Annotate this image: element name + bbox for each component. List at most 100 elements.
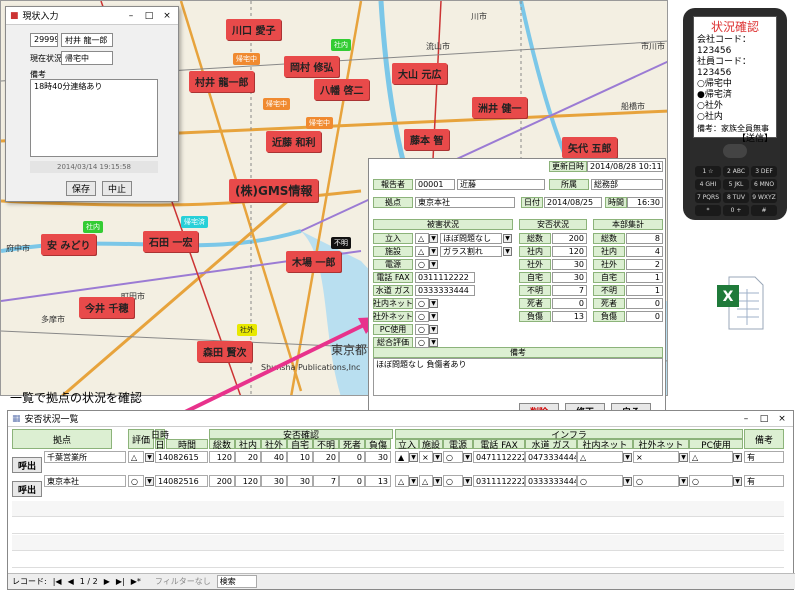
- status-option[interactable]: ○社外: [697, 101, 773, 112]
- damage-row-symbol[interactable]: ○: [415, 259, 429, 270]
- damage-row-value[interactable]: 0333333444: [415, 285, 475, 296]
- chevron-down-icon[interactable]: ▼: [463, 453, 472, 462]
- row-safety-value[interactable]: 20: [235, 451, 261, 463]
- chevron-down-icon[interactable]: ▼: [409, 453, 418, 462]
- row-infra-power[interactable]: ○: [443, 475, 463, 487]
- status-option[interactable]: ●帰宅済: [697, 90, 773, 101]
- chevron-down-icon[interactable]: ▼: [623, 453, 632, 462]
- damage-row-symbol[interactable]: △: [415, 246, 429, 257]
- map-pin[interactable]: 近藤 和利: [266, 131, 322, 152]
- chevron-down-icon[interactable]: ▼: [679, 453, 688, 462]
- maximize-icon[interactable]: □: [142, 11, 156, 21]
- chevron-down-icon[interactable]: ▼: [733, 477, 742, 486]
- call-button[interactable]: 呼出: [12, 481, 42, 497]
- row-infra-inner[interactable]: △: [577, 451, 623, 463]
- row-safety-value[interactable]: 40: [261, 451, 287, 463]
- phone-key[interactable]: *: [695, 205, 721, 216]
- close-icon[interactable]: ×: [160, 11, 174, 21]
- row-infra-facility[interactable]: △: [419, 475, 433, 487]
- chevron-down-icon[interactable]: ▼: [433, 477, 442, 486]
- damage-row-symbol[interactable]: ○: [415, 311, 429, 322]
- row-base[interactable]: 東京本社: [44, 475, 126, 487]
- row-eval[interactable]: △: [128, 451, 144, 463]
- phone-key[interactable]: 4 GHI: [695, 179, 721, 190]
- map-pin[interactable]: 岡村 修弘: [284, 56, 340, 77]
- map-pin[interactable]: (株)GMS情報: [229, 179, 319, 202]
- chevron-down-icon[interactable]: ▼: [429, 299, 438, 308]
- chevron-down-icon[interactable]: ▼: [463, 477, 472, 486]
- map-pin[interactable]: 川口 愛子: [226, 19, 282, 40]
- phone-key[interactable]: 2 ABC: [723, 166, 749, 177]
- damage-row-symbol[interactable]: ○: [415, 337, 429, 348]
- damage-row-symbol[interactable]: △: [415, 233, 429, 244]
- damage-row-text[interactable]: ほぼ問題なし: [440, 233, 502, 244]
- close-icon[interactable]: ×: [775, 414, 789, 424]
- row-safety-value[interactable]: 13: [365, 475, 391, 487]
- search-box[interactable]: 検索: [216, 575, 257, 588]
- next-record-icon[interactable]: ▶: [104, 577, 110, 586]
- row-infra-outer[interactable]: ○: [633, 475, 679, 487]
- row-infra-inner[interactable]: ○: [577, 475, 623, 487]
- employee-id-field[interactable]: 29999: [30, 33, 58, 47]
- chevron-down-icon[interactable]: ▼: [433, 453, 442, 462]
- safety-row-value[interactable]: 30: [552, 272, 587, 283]
- row-eval[interactable]: ○: [128, 475, 144, 487]
- chevron-down-icon[interactable]: ▼: [503, 234, 512, 243]
- chevron-down-icon[interactable]: ▼: [733, 453, 742, 462]
- row-infra-power[interactable]: ○: [443, 451, 463, 463]
- row-safety-value[interactable]: 30: [365, 451, 391, 463]
- map-pin[interactable]: 藤本 智: [404, 129, 450, 150]
- phone-key[interactable]: 6 MNO: [751, 179, 777, 190]
- row-remarks[interactable]: 有: [744, 451, 784, 463]
- chevron-down-icon[interactable]: ▼: [623, 477, 632, 486]
- row-infra-water[interactable]: 0333333444: [525, 475, 577, 487]
- cancel-button[interactable]: 中止: [102, 181, 132, 196]
- prev-record-icon[interactable]: ◀: [68, 577, 74, 586]
- notes-textarea[interactable]: 18時40分連絡あり: [30, 79, 158, 157]
- chevron-down-icon[interactable]: ▼: [503, 247, 512, 256]
- chevron-down-icon[interactable]: ▼: [429, 260, 438, 269]
- row-infra-facility[interactable]: ×: [419, 451, 433, 463]
- chevron-down-icon[interactable]: ▼: [429, 338, 438, 347]
- row-safety-value[interactable]: 120: [235, 475, 261, 487]
- phone-key[interactable]: #: [751, 205, 777, 216]
- map-pin[interactable]: 矢代 五郎: [562, 137, 618, 158]
- row-safety-value[interactable]: 20: [313, 451, 339, 463]
- chevron-down-icon[interactable]: ▼: [145, 477, 154, 486]
- status-option[interactable]: ○社内: [697, 112, 773, 123]
- row-infra-pc[interactable]: ○: [689, 475, 733, 487]
- map-pin[interactable]: 村井 龍一郎: [189, 71, 255, 92]
- row-infra-enter[interactable]: △: [395, 475, 409, 487]
- chevron-down-icon[interactable]: ▼: [429, 312, 438, 321]
- record-position[interactable]: 1 / 2: [80, 577, 98, 586]
- maximize-icon[interactable]: □: [757, 414, 771, 424]
- phone-key[interactable]: 9 WXYZ: [751, 192, 777, 203]
- safety-row-value[interactable]: 30: [552, 259, 587, 270]
- chevron-down-icon[interactable]: ▼: [429, 247, 438, 256]
- damage-row-text[interactable]: ガラス割れ: [440, 246, 502, 257]
- row-infra-water[interactable]: 0473334444: [525, 451, 577, 463]
- row-infra-outer[interactable]: ×: [633, 451, 679, 463]
- chevron-down-icon[interactable]: ▼: [145, 453, 154, 462]
- row-safety-value[interactable]: 7: [313, 475, 339, 487]
- phone-key[interactable]: 3 DEF: [751, 166, 777, 177]
- row-safety-value[interactable]: 30: [287, 475, 313, 487]
- row-safety-value[interactable]: 10: [287, 451, 313, 463]
- safety-row-value[interactable]: 7: [552, 285, 587, 296]
- phone-key[interactable]: 5 JKL: [723, 179, 749, 190]
- phone-key[interactable]: 0 +: [723, 205, 749, 216]
- map-pin[interactable]: 八幡 啓二: [314, 79, 370, 100]
- phone-key[interactable]: 7 PQRS: [695, 192, 721, 203]
- chevron-down-icon[interactable]: ▼: [679, 477, 688, 486]
- filter-status[interactable]: フィルターなし: [155, 576, 211, 587]
- row-infra-enter[interactable]: ▲: [395, 451, 409, 463]
- row-remarks[interactable]: 有: [744, 475, 784, 487]
- chevron-down-icon[interactable]: ▼: [429, 234, 438, 243]
- safety-row-value[interactable]: 13: [552, 311, 587, 322]
- call-button[interactable]: 呼出: [12, 457, 42, 473]
- damage-row-value[interactable]: 0311112222: [415, 272, 475, 283]
- new-record-icon[interactable]: ▶*: [131, 577, 141, 586]
- phone-key[interactable]: 1 ☆: [695, 166, 721, 177]
- map-pin[interactable]: 洲井 健一: [472, 97, 528, 118]
- row-safety-value[interactable]: 200: [209, 475, 235, 487]
